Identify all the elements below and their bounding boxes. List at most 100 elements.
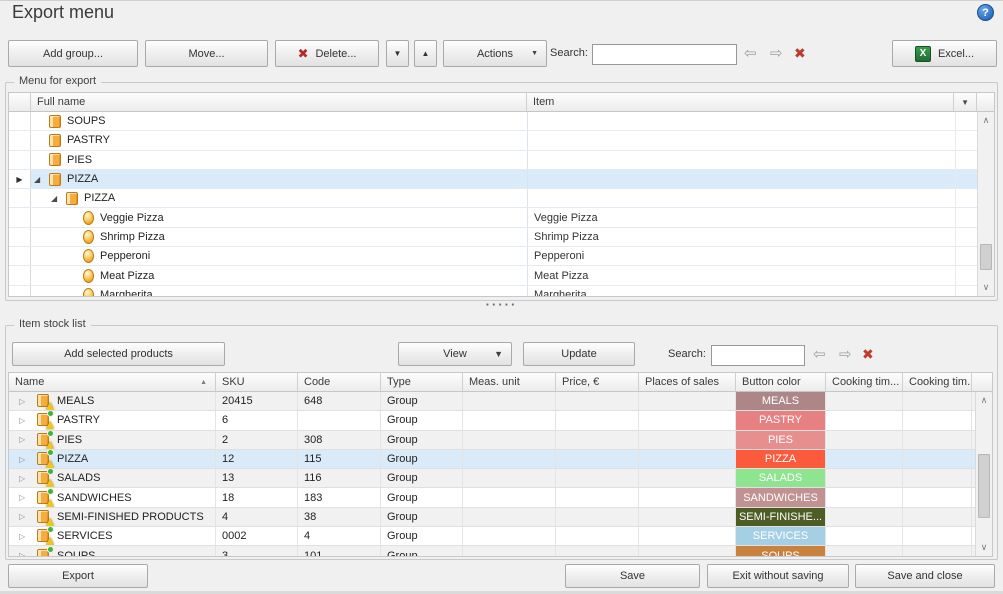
group-folder-icon xyxy=(49,134,61,147)
row-filler xyxy=(956,131,979,149)
menu-tree-row[interactable]: PASTRY xyxy=(9,131,994,150)
group-folder-icon xyxy=(49,115,61,128)
expand-icon[interactable]: ▷ xyxy=(19,435,31,444)
expand-icon[interactable]: ▷ xyxy=(19,551,31,557)
group-folder-warning-icon xyxy=(37,510,51,524)
stock-search-prev-icon[interactable]: ⇦ xyxy=(813,346,826,362)
stock-table-row[interactable]: ▷SOUPS3101GroupSOUPS xyxy=(9,546,992,557)
stock-table-row[interactable]: ▷SEMI-FINISHED PRODUCTS438GroupSEMI-FINI… xyxy=(9,508,992,527)
scroll-down-icon[interactable]: ∨ xyxy=(976,539,992,556)
export-button[interactable]: Export xyxy=(8,564,148,588)
search-input[interactable] xyxy=(592,44,737,65)
actions-dropdown-button[interactable]: Actions ▼ xyxy=(443,40,547,67)
stock-table-row[interactable]: ▷PASTRY6GroupPASTRY xyxy=(9,411,992,430)
group-folder-warning-icon xyxy=(37,413,51,427)
menu-tree-row[interactable]: MargheritaMargherita xyxy=(9,286,994,297)
search-clear-icon[interactable]: ✖ xyxy=(794,45,806,61)
column-header-label: Cooking tim... xyxy=(909,376,972,388)
menu-tree-row[interactable]: Shrimp PizzaShrimp Pizza xyxy=(9,228,994,247)
move-down-button[interactable]: ▼ xyxy=(386,40,409,67)
column-filter-dropdown-icon[interactable]: ▼ xyxy=(954,93,977,111)
code-cell: 116 xyxy=(298,469,381,487)
menu-tree-row[interactable]: Veggie PizzaVeggie Pizza xyxy=(9,208,994,227)
menu-tree-row[interactable]: ◢PIZZA xyxy=(9,189,994,208)
expand-icon[interactable]: ▷ xyxy=(19,512,31,521)
column-header-places-of-sales[interactable]: Places of sales xyxy=(639,373,736,391)
view-dropdown-button[interactable]: View ▼ xyxy=(398,342,512,366)
row-indicator-cell xyxy=(9,286,31,297)
column-header-code[interactable]: Code xyxy=(298,373,381,391)
column-header-cooking-tim[interactable]: Cooking tim... xyxy=(903,373,972,391)
expand-icon[interactable]: ▷ xyxy=(19,532,31,541)
stock-search-next-icon[interactable]: ⇨ xyxy=(839,346,852,362)
scroll-down-icon[interactable]: ∨ xyxy=(978,279,994,296)
menu-grid-scrollbar[interactable]: ∧ ∨ xyxy=(977,112,994,296)
menu-tree-row[interactable]: PIES xyxy=(9,151,994,170)
stock-table-row[interactable]: ▷PIZZA12115GroupPIZZA xyxy=(9,450,992,469)
scrollbar-thumb[interactable] xyxy=(980,244,992,270)
type-cell: Group xyxy=(381,392,463,410)
button-color-swatch: SEMI-FINISHE... xyxy=(736,508,825,526)
scroll-up-icon[interactable]: ∧ xyxy=(976,392,992,409)
price-cell xyxy=(556,450,639,468)
meas-unit-cell xyxy=(463,508,556,526)
expand-collapse-icon[interactable]: ◢ xyxy=(34,175,49,184)
column-header-full-name[interactable]: Full name xyxy=(31,93,527,111)
delete-button[interactable]: ✖ Delete... xyxy=(275,40,379,67)
move-button[interactable]: Move... xyxy=(145,40,268,67)
save-button[interactable]: Save xyxy=(565,564,700,588)
search-next-icon[interactable]: ⇨ xyxy=(770,45,783,61)
update-button[interactable]: Update xyxy=(523,342,635,366)
cell-value: 308 xyxy=(304,434,322,446)
meas-unit-cell xyxy=(463,527,556,545)
menu-tree-row[interactable]: PepperoniPepperoni xyxy=(9,247,994,266)
excel-icon: X xyxy=(915,46,931,62)
expand-icon[interactable]: ▷ xyxy=(19,416,31,425)
expand-icon[interactable]: ▷ xyxy=(19,493,31,502)
help-icon[interactable]: ? xyxy=(977,4,994,21)
column-header-name[interactable]: Name▲ xyxy=(9,373,216,391)
product-item-icon xyxy=(83,249,94,263)
stock-table-row[interactable]: ▷MEALS20415648GroupMEALS xyxy=(9,392,992,411)
save-and-close-button[interactable]: Save and close xyxy=(855,564,995,588)
column-header-price[interactable]: Price, € xyxy=(556,373,639,391)
add-selected-products-button[interactable]: Add selected products xyxy=(12,342,225,366)
menu-tree-row[interactable]: Meat PizzaMeat Pizza xyxy=(9,266,994,285)
row-indicator-cell xyxy=(9,266,31,284)
excel-button[interactable]: X Excel... xyxy=(892,40,997,67)
full-name-cell: PIES xyxy=(31,151,528,169)
stock-table-row[interactable]: ▷PIES2308GroupPIES xyxy=(9,431,992,450)
cooking-time-cell xyxy=(826,527,903,545)
scroll-up-icon[interactable]: ∧ xyxy=(978,112,994,129)
expand-collapse-icon[interactable]: ◢ xyxy=(51,194,66,203)
column-header-sku[interactable]: SKU xyxy=(216,373,298,391)
button-color-cell: MEALS xyxy=(736,392,826,410)
expand-icon[interactable]: ▷ xyxy=(19,397,31,406)
add-group-button[interactable]: Add group... xyxy=(8,40,138,67)
move-up-button[interactable]: ▲ xyxy=(414,40,437,67)
column-header-meas-unit[interactable]: Meas. unit xyxy=(463,373,556,391)
expand-icon[interactable]: ▷ xyxy=(19,474,31,483)
stock-search-input[interactable] xyxy=(711,345,805,366)
price-cell xyxy=(556,392,639,410)
column-header-cooking-tim[interactable]: Cooking tim... xyxy=(826,373,903,391)
column-header-label: Item xyxy=(533,96,554,108)
menu-tree-row[interactable]: ▶◢PIZZA xyxy=(9,170,994,189)
stock-table-row[interactable]: ▷SERVICES00024GroupSERVICES xyxy=(9,527,992,546)
stock-table-row[interactable]: ▷SANDWICHES18183GroupSANDWICHES xyxy=(9,488,992,507)
expand-icon[interactable]: ▷ xyxy=(19,455,31,464)
scrollbar-thumb[interactable] xyxy=(978,454,990,518)
stock-search-clear-icon[interactable]: ✖ xyxy=(862,346,874,362)
column-header-type[interactable]: Type xyxy=(381,373,463,391)
menu-tree-row[interactable]: SOUPS xyxy=(9,112,994,131)
full-name-cell: SOUPS xyxy=(31,112,528,130)
warning-badge xyxy=(46,441,54,449)
search-prev-icon[interactable]: ⇦ xyxy=(744,45,757,61)
type-cell: Group xyxy=(381,411,463,429)
stock-table-row[interactable]: ▷SALADS13116GroupSALADS xyxy=(9,469,992,488)
exit-without-saving-button[interactable]: Exit without saving xyxy=(707,564,849,588)
stock-grid-scrollbar[interactable]: ∧ ∨ xyxy=(975,392,992,556)
splitter-handle[interactable]: ····· xyxy=(0,300,1003,312)
column-header-button-color[interactable]: Button color xyxy=(736,373,826,391)
column-header-item[interactable]: Item xyxy=(527,93,954,111)
